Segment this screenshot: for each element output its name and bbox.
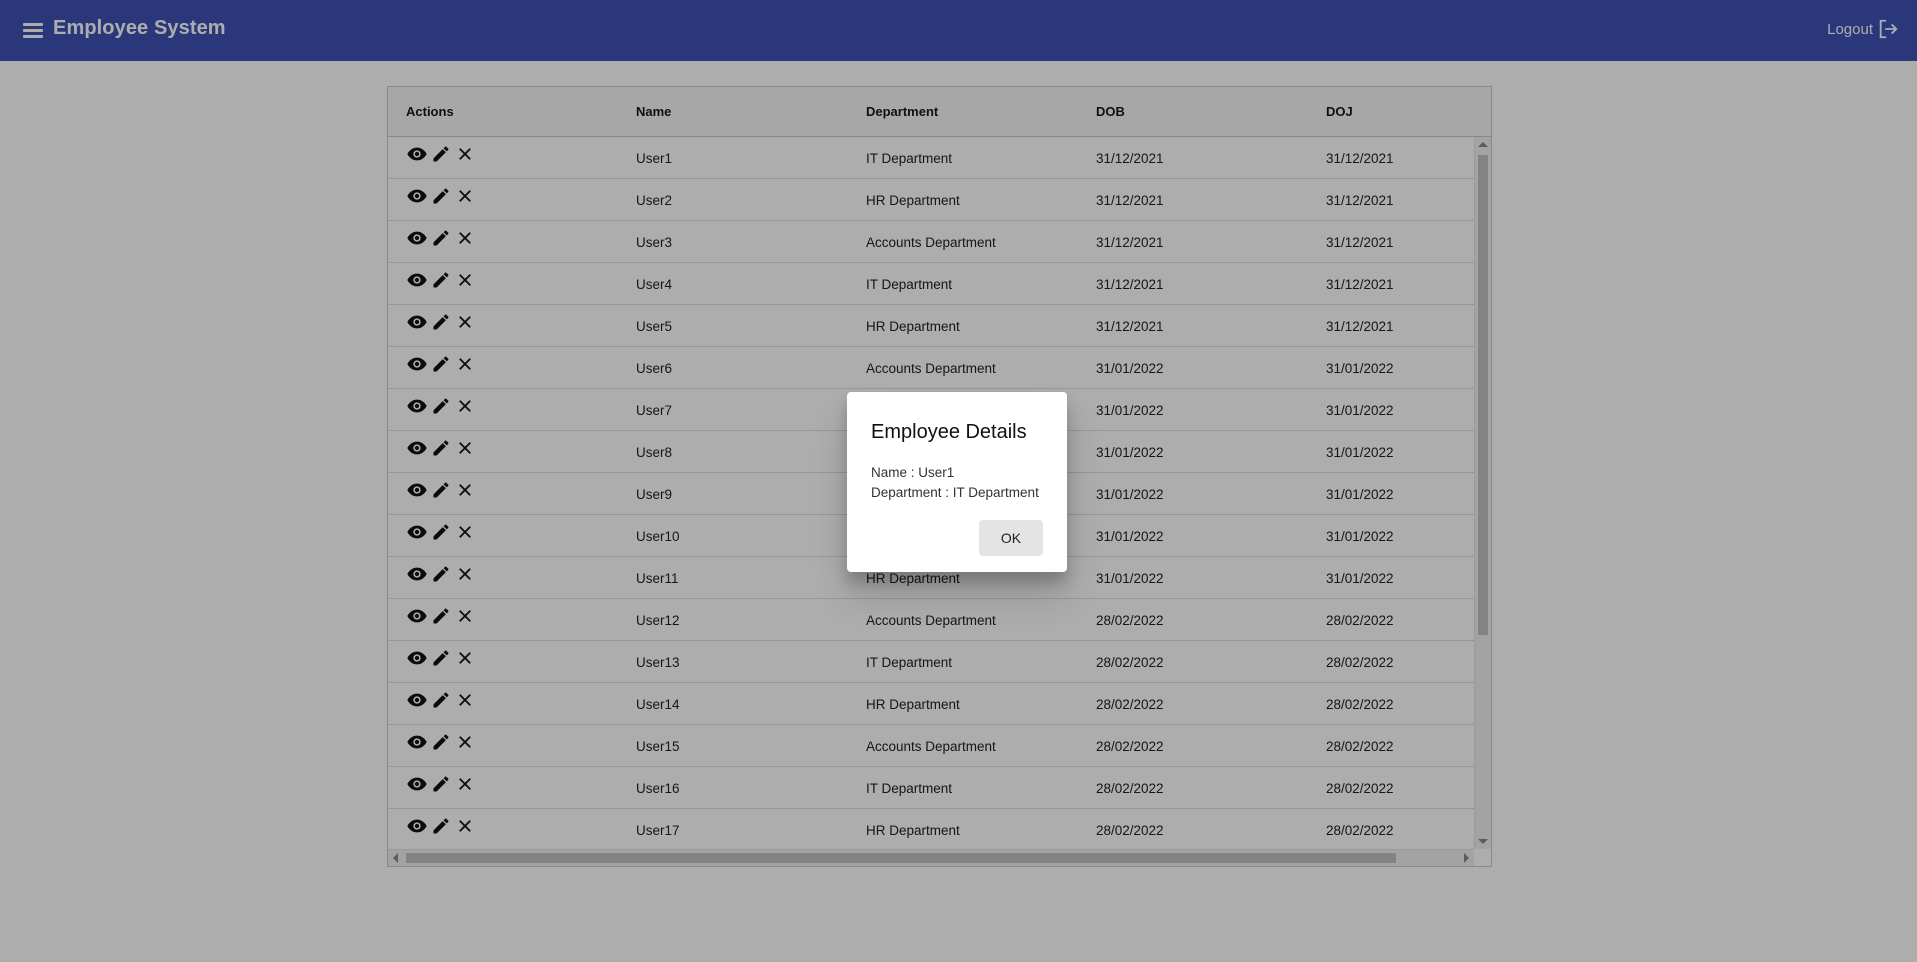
- dialog-name-line: Name : User1: [871, 465, 955, 480]
- ok-button[interactable]: OK: [979, 520, 1043, 556]
- dialog-title: Employee Details: [871, 421, 1027, 443]
- dialog-department-line: Department : IT Department: [871, 485, 1039, 500]
- employee-details-dialog: Employee Details Name : User1 Department…: [847, 392, 1067, 572]
